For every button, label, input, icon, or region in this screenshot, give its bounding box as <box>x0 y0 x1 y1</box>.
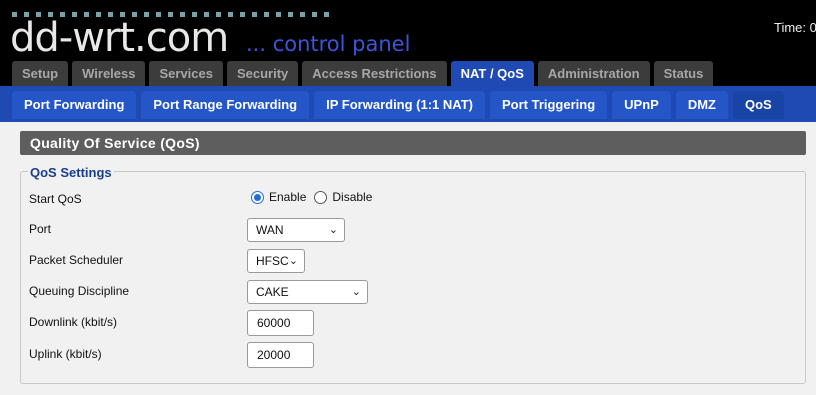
subtab-port-triggering[interactable]: Port Triggering <box>489 91 608 119</box>
packet-scheduler-select[interactable]: HFSC ⌄ <box>247 249 305 273</box>
subtab-dmz[interactable]: DMZ <box>675 91 728 119</box>
start-qos-radio-group: Enable Disable <box>251 190 372 204</box>
content-area: Quality Of Service (QoS) QoS Settings St… <box>0 122 816 395</box>
subtab-ip-forwarding[interactable]: IP Forwarding (1:1 NAT) <box>314 91 485 119</box>
disable-radio[interactable] <box>314 190 328 204</box>
header: dd-wrt.com ... control panel Time: 0 Set… <box>0 0 816 87</box>
qos-settings-fieldset <box>20 171 806 384</box>
subtab-upnp[interactable]: UPnP <box>612 91 671 119</box>
port-label: Port <box>29 222 52 236</box>
tab-administration[interactable]: Administration <box>537 61 650 87</box>
subtab-qos[interactable]: QoS <box>733 91 784 119</box>
main-tabs: Setup Wireless Services Security Access … <box>12 61 714 87</box>
qos-settings-legend: QoS Settings <box>28 165 114 180</box>
tab-security[interactable]: Security <box>226 61 299 87</box>
tab-status[interactable]: Status <box>653 61 714 87</box>
queuing-discipline-label: Queuing Discipline <box>29 284 130 298</box>
enable-radio-label[interactable]: Enable <box>269 190 306 204</box>
section-title: Quality Of Service (QoS) <box>20 131 806 155</box>
tab-wireless[interactable]: Wireless <box>72 61 146 87</box>
tab-setup[interactable]: Setup <box>12 61 69 87</box>
uplink-label: Uplink (kbit/s) <box>29 347 102 361</box>
tab-nat-qos[interactable]: NAT / QoS <box>450 61 534 87</box>
tab-services[interactable]: Services <box>149 61 223 87</box>
time-display: Time: 0 <box>774 20 816 35</box>
sub-tabs: Port Forwarding Port Range Forwarding IP… <box>12 91 784 119</box>
enable-radio[interactable] <box>251 190 264 204</box>
packet-scheduler-value: HFSC <box>256 254 289 268</box>
port-select[interactable]: WAN ⌄ <box>247 218 345 242</box>
uplink-input[interactable]: 20000 <box>247 342 314 368</box>
subtab-port-forwarding[interactable]: Port Forwarding <box>12 91 137 119</box>
logo: dd-wrt.com <box>10 15 229 61</box>
chevron-down-icon: ⌄ <box>328 224 338 236</box>
port-select-value: WAN <box>256 223 284 237</box>
downlink-label: Downlink (kbit/s) <box>29 315 118 329</box>
packet-scheduler-label: Packet Scheduler <box>29 253 124 267</box>
start-qos-label: Start QoS <box>29 192 82 206</box>
subtab-port-range-forwarding[interactable]: Port Range Forwarding <box>141 91 310 119</box>
downlink-input[interactable]: 60000 <box>247 310 314 336</box>
disable-radio-label[interactable]: Disable <box>332 190 372 204</box>
chevron-down-icon: ⌄ <box>288 255 298 267</box>
logo-subtitle: ... control panel <box>246 32 411 56</box>
tab-access-restrictions[interactable]: Access Restrictions <box>302 61 447 87</box>
chevron-down-icon: ⌄ <box>351 286 361 298</box>
queuing-discipline-value: CAKE <box>256 285 289 299</box>
queuing-discipline-select[interactable]: CAKE ⌄ <box>247 280 368 304</box>
